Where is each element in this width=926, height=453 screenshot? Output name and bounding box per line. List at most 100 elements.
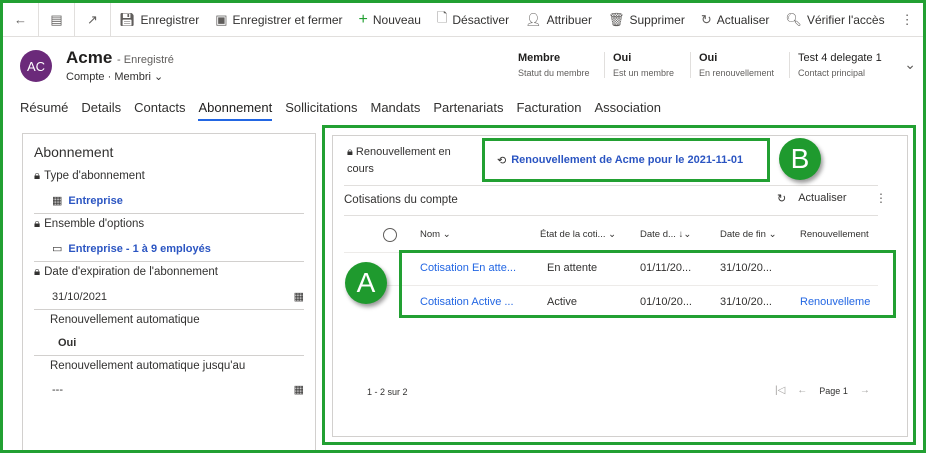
field-option-set: 🔒︎ Ensemble d'options ▭ Entreprise - 1 à 9… — [34, 214, 304, 262]
delete-label: Supprimer — [629, 12, 685, 27]
save-button[interactable]: 💾︎ Enregistrer — [111, 3, 207, 36]
section-title: Abonnement — [34, 144, 114, 160]
tab-mandats[interactable]: Mandats — [370, 100, 420, 121]
tab-association[interactable]: Association — [595, 100, 661, 121]
refresh-icon: ↻ — [700, 11, 712, 27]
tab-sollicitations[interactable]: Sollicitations — [285, 100, 357, 121]
tab-contacts[interactable]: Contacts — [134, 100, 185, 121]
page-number: Page 1 — [819, 385, 848, 396]
deactivate-button[interactable]: 🗋︎ Désactiver — [429, 3, 517, 36]
save-status: - Enregistré — [117, 54, 174, 66]
back-button[interactable]: ← — [3, 3, 39, 36]
save-icon: 💾︎ — [119, 11, 136, 27]
select-all-checkbox[interactable] — [383, 228, 397, 242]
product-icon: ▦ — [52, 195, 63, 207]
assign-label: Attribuer — [546, 12, 592, 27]
deactivate-label: Désactiver — [452, 12, 510, 27]
tab-facturation[interactable]: Facturation — [516, 100, 581, 121]
grid-more-icon[interactable]: ⋮ — [875, 191, 887, 205]
save-close-icon: ▣ — [215, 11, 228, 27]
renewal-in-progress-link[interactable]: Renouvellement de Acme pour le 2021-11-0… — [511, 154, 743, 166]
grid-title: Cotisations du compte — [344, 194, 458, 206]
previous-page-icon[interactable]: ← — [797, 385, 807, 396]
check-access-label: Vérifier l'accès — [806, 12, 885, 27]
header-field-member-status: Membre Statut du membre — [510, 52, 590, 78]
auto-renewal-until-value[interactable]: --- — [52, 384, 63, 396]
column-header-start-date[interactable]: Date d... ↓⌄ — [640, 229, 691, 240]
tab-details[interactable]: Details — [81, 100, 121, 121]
sort-descending-icon: ↓ — [678, 229, 684, 240]
grid-refresh-button[interactable]: ↻ Actualiser — [777, 192, 847, 205]
tab-abonnement[interactable]: Abonnement — [198, 100, 273, 121]
callout-box-b: ⟲ Renouvellement de Acme pour le 2021-11… — [482, 138, 770, 182]
callout-badge-b: B — [779, 138, 821, 180]
field-label: Renouvellement automatique jusqu'au — [50, 360, 246, 372]
more-commands-button[interactable]: ⋮ — [893, 3, 922, 36]
field-label: Statut du membre — [518, 68, 590, 78]
auto-renewal-value[interactable]: Oui — [58, 337, 76, 349]
save-close-button[interactable]: ▣ Enregistrer et fermer — [207, 3, 350, 36]
header-text: Date d... — [640, 229, 676, 240]
field-expiration-date: 🔒︎ Date d'expiration de l'abonnement 31/1… — [34, 262, 304, 310]
header-field-primary-contact: Test 4 delegate 1 Contact principal — [789, 52, 882, 78]
trash-icon: 🗑︎ — [607, 11, 625, 27]
refresh-label: Actualiser — [798, 192, 847, 204]
first-page-icon[interactable]: |◁ — [775, 385, 785, 396]
deactivate-icon: 🗋︎ — [436, 9, 448, 25]
entity-name: Compte — [66, 71, 105, 83]
option-set-link[interactable]: Entreprise - 1 à 9 employés — [68, 243, 210, 255]
record-title: Acme - Enregistré — [66, 48, 174, 68]
check-access-button[interactable]: 🔍︎ Vérifier l'accès — [777, 3, 892, 36]
open-new-window-button[interactable]: ↗ — [75, 3, 111, 36]
field-label: Renouvellement automatique — [50, 314, 200, 326]
column-header-end-date[interactable]: Date de fin ⌄ — [720, 229, 777, 240]
chevron-down-icon[interactable]: ⌄ — [154, 71, 163, 83]
header-field-renewal: Oui En renouvellement — [690, 52, 774, 78]
form-selector[interactable]: Membri — [114, 71, 151, 83]
assign-button[interactable]: 👤︎ Attribuer — [517, 3, 600, 36]
field-subscription-type: 🔒︎ Type d'abonnement ▦ Entreprise — [34, 166, 304, 214]
calendar-icon[interactable]: ▦ — [294, 290, 304, 303]
refresh-button[interactable]: ↻ Actualiser — [693, 3, 778, 36]
command-bar: ← ▤ ↗ 💾︎ Enregistrer ▣ Enregistrer et ferm… — [3, 3, 923, 37]
header-text: Renouvellement — [800, 229, 869, 240]
calendar-icon[interactable]: ▦ — [294, 383, 304, 396]
field-value: Membre — [518, 52, 561, 64]
package-icon: ▭ — [52, 243, 63, 255]
pagination: |◁ ← Page 1 → — [775, 385, 870, 396]
callout-badge-a: A — [345, 262, 387, 304]
column-header-status[interactable]: État de la coti... ⌄ — [540, 229, 616, 240]
field-label: Type d'abonnement — [44, 170, 145, 182]
field-label: Est un membre — [613, 68, 675, 78]
avatar: AC — [20, 50, 52, 82]
record-count: 1 - 2 sur 2 — [367, 387, 408, 397]
save-label: Enregistrer — [140, 12, 200, 27]
history-icon: ⟲ — [497, 154, 507, 167]
form-button[interactable]: ▤ — [39, 3, 75, 36]
field-label: Ensemble d'options — [44, 218, 145, 230]
new-label: Nouveau — [372, 12, 421, 27]
next-page-icon[interactable]: → — [860, 385, 870, 396]
open-new-window-icon: ↗ — [87, 11, 98, 27]
label-text: Renouvellement en cours — [347, 146, 451, 175]
save-close-label: Enregistrer et fermer — [232, 12, 343, 27]
new-button[interactable]: + Nouveau — [351, 3, 429, 36]
record-subtitle: Compte · Membri ⌄ — [66, 71, 164, 83]
header-field-is-member: Oui Est un membre — [604, 52, 674, 78]
expiration-date-value: 31/10/2021 — [52, 290, 108, 303]
column-header-name[interactable]: Nom ⌄ — [420, 229, 451, 240]
tab-partenariats[interactable]: Partenariats — [433, 100, 503, 121]
primary-contact-link[interactable]: Test 4 delegate 1 — [798, 52, 882, 64]
field-auto-renewal-until: Renouvellement automatique jusqu'au --- ▦ — [34, 356, 304, 402]
expand-header-chevron-icon[interactable]: ⌄ — [904, 56, 916, 73]
delete-button[interactable]: 🗑︎ Supprimer — [600, 3, 693, 36]
lock-icon: 🔒︎ — [34, 218, 41, 230]
refresh-label: Actualiser — [716, 12, 770, 27]
form-icon: ▤ — [50, 11, 63, 27]
lock-icon: 🔒︎ — [347, 146, 353, 158]
assign-icon: 👤︎ — [525, 11, 542, 27]
column-header-renewal[interactable]: Renouvellement — [800, 229, 869, 240]
tab-resume[interactable]: Résumé — [20, 100, 68, 121]
header-text: État de la coti... — [540, 229, 606, 240]
subscription-type-link[interactable]: Entreprise — [68, 195, 122, 207]
